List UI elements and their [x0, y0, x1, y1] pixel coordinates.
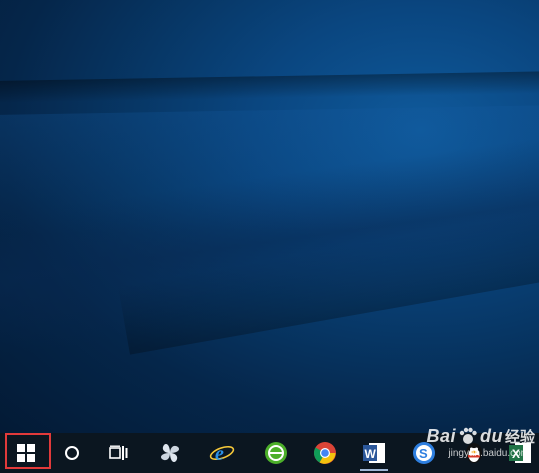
taskbar-app-internet-explorer[interactable]: e: [200, 433, 244, 473]
word-icon: W: [363, 443, 385, 463]
cortana-button[interactable]: [50, 433, 94, 473]
watermark-cn: 经验: [504, 428, 535, 446]
pinwheel-app-icon: [160, 443, 180, 463]
internet-explorer-icon: e: [209, 443, 235, 465]
wallpaper-glow: [0, 104, 539, 236]
watermark-url: jingyan.baidu.com: [448, 448, 529, 459]
svg-text:W: W: [365, 447, 377, 461]
watermark-paw-text: du: [479, 425, 503, 446]
taskbar-app-green-browser[interactable]: [254, 433, 298, 473]
svg-text:e: e: [215, 443, 224, 465]
watermark-brand: Bai: [426, 425, 456, 446]
chrome-icon: [314, 442, 336, 464]
taskbar-app-pinwheel[interactable]: [148, 433, 192, 473]
task-view-button[interactable]: [97, 433, 141, 473]
baidu-jingyan-watermark: Bai du 经验 jingyan.baidu.com: [426, 416, 535, 460]
taskbar-app-word[interactable]: W: [352, 433, 396, 473]
paw-icon: [459, 427, 477, 444]
taskbar-app-chrome[interactable]: [303, 433, 347, 473]
task-view-icon: [109, 445, 128, 460]
windows-logo-icon: [17, 444, 35, 462]
green-browser-icon: [265, 442, 287, 464]
wallpaper-diagonal-shade: [117, 195, 539, 355]
start-button[interactable]: [4, 433, 48, 473]
desktop-wallpaper[interactable]: [0, 0, 539, 433]
running-indicator: [360, 469, 388, 471]
cortana-circle-icon: [65, 446, 79, 460]
wallpaper-light-beam: [0, 70, 539, 104]
